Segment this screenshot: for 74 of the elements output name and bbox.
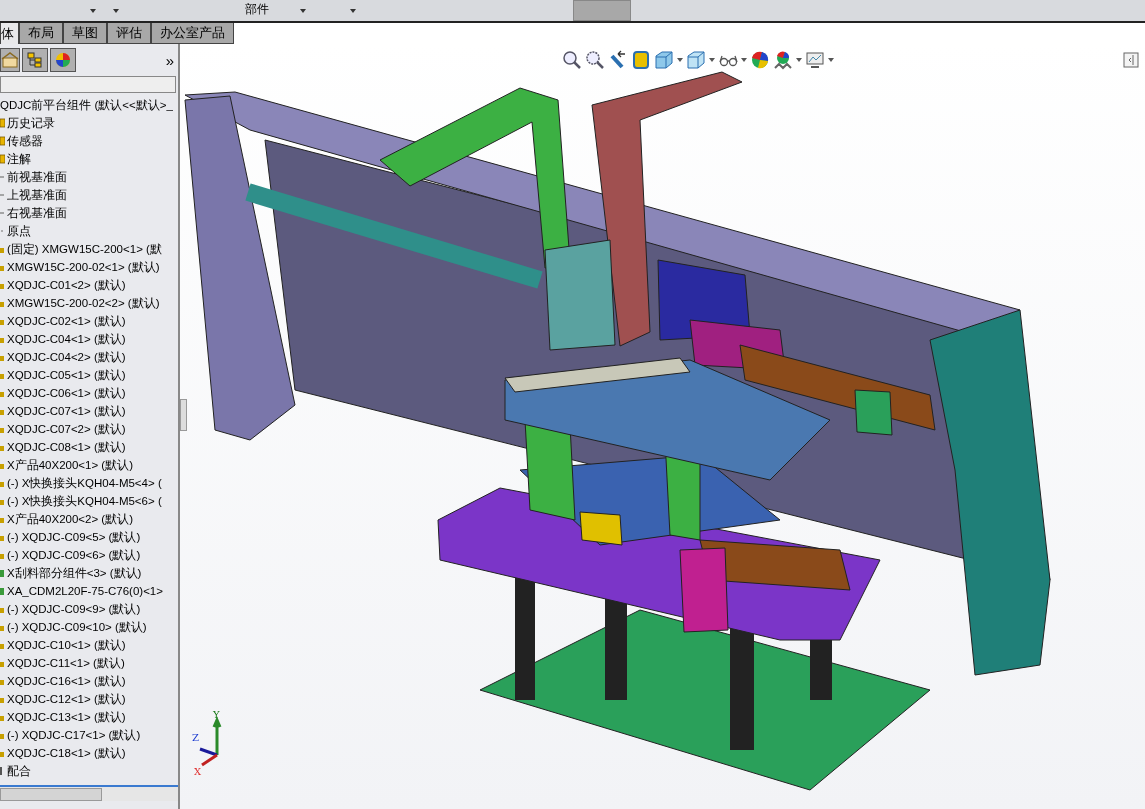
caret-icon[interactable] bbox=[741, 58, 747, 62]
caret-icon[interactable] bbox=[796, 58, 802, 62]
previous-view-icon[interactable] bbox=[608, 50, 628, 70]
section-view-icon[interactable] bbox=[631, 50, 651, 70]
caret-icon[interactable] bbox=[677, 58, 683, 62]
collapse-handle[interactable] bbox=[180, 399, 187, 431]
view-orientation-icon[interactable] bbox=[654, 50, 674, 70]
tree-item[interactable]: XQDJC-C18<1> (默认) bbox=[7, 745, 126, 761]
filter-field[interactable] bbox=[0, 76, 176, 93]
tree-item[interactable]: X刮料部分组件<3> (默认) bbox=[7, 565, 142, 581]
caret-icon[interactable] bbox=[709, 58, 715, 62]
tree-item[interactable]: XQDJC-C04<2> (默认) bbox=[7, 349, 126, 365]
command-tab[interactable]: 办公室产品 bbox=[151, 23, 234, 44]
tree-item[interactable]: XQDJC-C08<1> (默认) bbox=[7, 439, 126, 455]
tree-item[interactable]: (-) X快换接头KQH04-M5<6> ( bbox=[7, 493, 162, 509]
color-ball-icon[interactable] bbox=[750, 50, 770, 70]
tree-item[interactable]: (-) XQDJC-C09<10> (默认) bbox=[7, 619, 147, 635]
display-style-icon[interactable] bbox=[686, 50, 706, 70]
tree-item[interactable]: XQDJC-C04<1> (默认) bbox=[7, 331, 126, 347]
tree-item[interactable]: XMGW15C-200-02<1> (默认) bbox=[7, 259, 160, 275]
property-tab[interactable] bbox=[22, 48, 48, 72]
command-tab[interactable]: 布局 bbox=[19, 23, 63, 44]
tree-item[interactable]: X产品40X200<2> (默认) bbox=[7, 511, 133, 527]
more-button[interactable]: » bbox=[165, 51, 174, 69]
color-wheel-icon bbox=[54, 52, 72, 68]
tree-item[interactable]: (-) X快换接头KQH04-M5<4> ( bbox=[7, 475, 162, 491]
caret-icon[interactable] bbox=[90, 9, 96, 13]
tree-item[interactable]: (-) XQDJC-C09<9> (默认) bbox=[7, 601, 141, 617]
tree-item[interactable]: XQDJC-C07<1> (默认) bbox=[7, 403, 126, 419]
appearance-tab[interactable] bbox=[50, 48, 76, 72]
tree-item[interactable]: 传感器 bbox=[7, 133, 43, 149]
tree-item[interactable]: XMGW15C-200-02<2> (默认) bbox=[7, 295, 160, 311]
tree-item[interactable]: XQDJC-C16<1> (默认) bbox=[7, 673, 126, 689]
tree-item[interactable]: (-) XQDJC-C09<6> (默认) bbox=[7, 547, 141, 563]
tree-item[interactable]: (-) XQDJC-C09<5> (默认) bbox=[7, 529, 141, 545]
caret-icon[interactable] bbox=[113, 9, 119, 13]
toolbar-label[interactable]: 部件 bbox=[245, 2, 269, 16]
tree-item[interactable]: XQDJC-C02<1> (默认) bbox=[7, 313, 126, 329]
tree-item[interactable]: X产品40X200<1> (默认) bbox=[7, 457, 133, 473]
tree-item[interactable]: XA_CDM2L20F-75-C76(0)<1> bbox=[7, 583, 163, 599]
tree-item[interactable]: XQDJC-C05<1> (默认) bbox=[7, 367, 126, 383]
tree-item[interactable]: (固定) XMGW15C-200<1> (默 bbox=[7, 241, 162, 257]
tree-root[interactable]: QDJC前平台组件 (默认<<默认>_ bbox=[0, 96, 178, 114]
tree-item[interactable]: XQDJC-C07<2> (默认) bbox=[7, 421, 126, 437]
zoom-to-fit-icon[interactable] bbox=[562, 50, 582, 70]
tree-item[interactable]: 前视基准面 bbox=[7, 169, 67, 185]
caret-icon[interactable] bbox=[350, 9, 356, 13]
mates-icon bbox=[0, 766, 5, 776]
scene-icon[interactable] bbox=[773, 50, 793, 70]
hierarchy-icon bbox=[26, 52, 44, 68]
tree-item[interactable]: 配合 bbox=[7, 763, 31, 779]
monitor-icon[interactable] bbox=[805, 50, 825, 70]
tree-item[interactable]: 原点 bbox=[7, 223, 31, 239]
horizontal-scrollbar[interactable] bbox=[0, 785, 178, 801]
tree-item[interactable]: XQDJC-C10<1> (默认) bbox=[7, 637, 126, 653]
tree-item[interactable]: 上视基准面 bbox=[7, 187, 67, 203]
tree-item[interactable]: XQDJC-C12<1> (默认) bbox=[7, 691, 126, 707]
tree-item[interactable]: 注解 bbox=[7, 151, 31, 167]
tree-item[interactable]: XQDJC-C06<1> (默认) bbox=[7, 385, 126, 401]
zoom-area-icon[interactable] bbox=[585, 50, 605, 70]
tree-item[interactable]: XQDJC-C11<1> (默认) bbox=[7, 655, 125, 671]
tree-item[interactable]: 右视基准面 bbox=[7, 205, 67, 221]
tree-item[interactable]: XQDJC-C13<1> (默认) bbox=[7, 709, 126, 725]
panel-toggle-icon[interactable] bbox=[1123, 52, 1139, 68]
feature-tree-tab[interactable] bbox=[0, 48, 20, 72]
command-tab[interactable]: 评估 bbox=[107, 23, 151, 44]
caret-icon[interactable] bbox=[828, 58, 834, 62]
command-tab[interactable]: 体 bbox=[0, 23, 19, 44]
tree-item[interactable]: (-) XQDJC-C17<1> (默认) bbox=[7, 727, 141, 743]
command-tab[interactable]: 草图 bbox=[63, 23, 107, 44]
tree-item[interactable]: XQDJC-C01<2> (默认) bbox=[7, 277, 126, 293]
tree-item[interactable]: 历史记录 bbox=[7, 115, 55, 131]
caret-icon[interactable] bbox=[300, 9, 306, 13]
tree-icon bbox=[1, 52, 19, 68]
